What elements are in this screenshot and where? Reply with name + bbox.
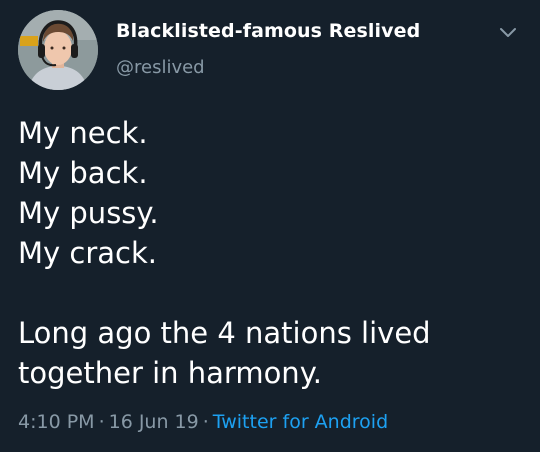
tweet-time[interactable]: 4:10 PM [18,411,95,433]
tweet-line: My back. [18,156,148,190]
tweet-line: My neck. [18,116,148,150]
tweet-card: Blacklisted-famous Reslived @reslived My… [0,0,540,452]
tweet-line: My crack. [18,236,157,270]
chevron-down-icon[interactable] [498,24,518,38]
tweet-line: My pussy. [18,196,159,230]
tweet-meta: 4:10 PM · 16 Jun 19 · Twitter for Android [18,411,388,433]
tweet-header: Blacklisted-famous Reslived @reslived [18,10,522,104]
meta-separator: · [202,411,209,433]
tweet-source-link[interactable]: Twitter for Android [213,411,388,433]
avatar[interactable] [18,10,98,90]
tweet-paragraph-line: Long ago the 4 nations lived [18,316,431,350]
profile-photo-icon [18,10,98,90]
tweet-text: My neck. My back. My pussy. My crack. Lo… [18,113,522,393]
author-handle[interactable]: @reslived [116,57,205,78]
tweet-date[interactable]: 16 Jun 19 [109,411,199,433]
meta-separator: · [98,411,105,433]
tweet-paragraph-line: together in harmony. [18,356,322,390]
author-name[interactable]: Blacklisted-famous Reslived [116,20,420,42]
